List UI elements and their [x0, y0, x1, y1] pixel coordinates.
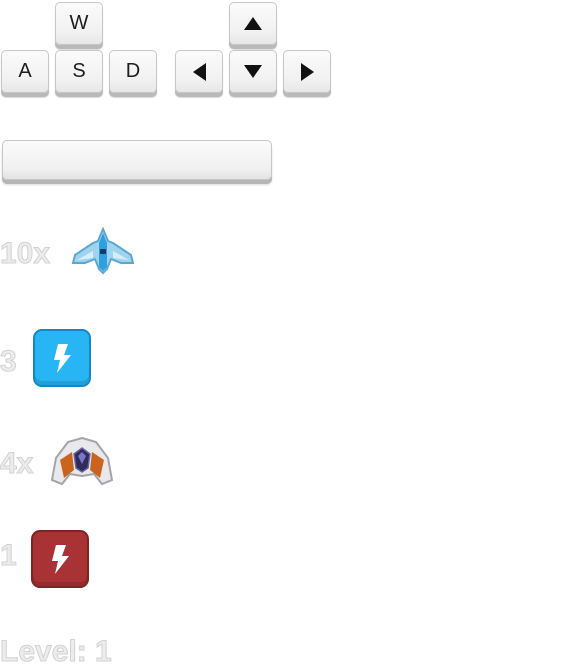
a-key[interactable]: A [1, 50, 49, 93]
arrow-down-key[interactable] [229, 50, 277, 93]
arrow-left-icon [192, 62, 206, 81]
space-bar[interactable] [2, 140, 272, 180]
player-powerup-badge [33, 329, 91, 387]
lightning-bolt-icon [54, 344, 71, 373]
enemy-lives-count: 4x [0, 447, 34, 481]
player-powerup-count: 3 [0, 345, 17, 379]
w-key-label: W [69, 12, 89, 34]
enemy-powerup-count: 1 [0, 539, 17, 573]
player-ship-icon [71, 227, 135, 275]
arrow-right-icon [300, 62, 314, 81]
enemy-powerup-badge [31, 530, 89, 588]
w-key[interactable]: W [55, 2, 103, 45]
a-key-label: A [18, 60, 32, 82]
level-label: Level: 1 [0, 635, 112, 669]
lightning-bolt-icon [52, 545, 69, 574]
enemy-ship-icon [50, 436, 114, 486]
arrow-up-key[interactable] [229, 2, 277, 45]
arrow-up-icon [244, 17, 262, 30]
arrow-left-key[interactable] [175, 50, 223, 93]
d-key-label: D [125, 60, 141, 82]
arrow-right-key[interactable] [283, 50, 331, 93]
player-lives-count: 10x [0, 237, 51, 271]
s-key-label: S [72, 60, 86, 82]
arrow-down-icon [244, 65, 262, 78]
d-key[interactable]: D [109, 50, 157, 93]
s-key[interactable]: S [55, 50, 103, 93]
